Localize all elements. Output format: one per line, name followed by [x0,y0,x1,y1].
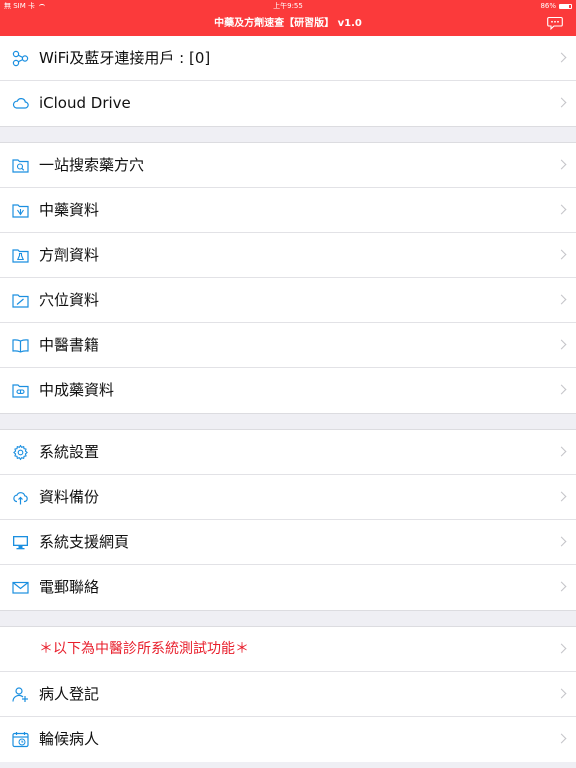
row-label: 中成藥資料 [39,381,115,399]
row-patent-medicine-data[interactable]: 中成藥資料 [0,368,576,413]
status-time: 上午9:55 [273,2,303,10]
chevron-right-icon [556,52,567,63]
row-wifi-bluetooth[interactable]: WiFi及藍牙連接用戶 : [0] [0,36,576,81]
row-label: WiFi及藍牙連接用戶 : [0] [39,49,211,67]
book-icon [12,339,29,353]
add-user-icon [12,687,28,702]
row-label: 電郵聯絡 [39,578,100,596]
chat-bubble-icon[interactable] [547,16,563,30]
navigation-bar: 中藥及方劑速查【研習版】 v1.0 [0,12,576,36]
row-waiting-patients[interactable]: 輪候病人 [0,717,576,762]
chevron-right-icon [556,581,567,592]
calendar-clock-icon [12,732,29,748]
section-divider [0,610,576,627]
status-right: 86% [540,0,572,12]
clinic-test-notice: ＊以下為中醫診所系統測試功能＊ [39,641,249,657]
row-icloud-drive[interactable]: iCloud Drive [0,81,576,126]
section-system: 系統設置 資料備份 系統支援網頁 電郵聯絡 [0,430,576,610]
battery-percent: 86% [540,2,556,10]
cloud-upload-icon [13,492,28,505]
row-system-settings[interactable]: 系統設置 [0,430,576,475]
row-label: 中醫書籍 [39,336,100,354]
row-label: 病人登記 [39,685,100,703]
section-divider [0,413,576,430]
row-label: 輪候病人 [39,730,100,748]
search-folder-icon [12,159,29,173]
row-acupoint-data[interactable]: 穴位資料 [0,278,576,323]
mail-icon [12,581,29,594]
row-formula-data[interactable]: 方劑資料 [0,233,576,278]
section-connectivity: WiFi及藍牙連接用戶 : [0] iCloud Drive [0,36,576,126]
chevron-right-icon [556,733,567,744]
chevron-right-icon [556,491,567,502]
chevron-right-icon [556,97,567,108]
row-data-backup[interactable]: 資料備份 [0,475,576,520]
medicine-folder-icon [12,384,29,398]
section-data: 一站搜索藥方穴 中藥資料 方劑資料 穴位資料 中醫書籍 中成藥資料 [0,143,576,413]
row-label: 方劑資料 [39,246,100,264]
row-label: iCloud Drive [39,94,131,112]
row-label: 資料備份 [39,488,100,506]
row-clinic-test-header[interactable]: ＊以下為中醫診所系統測試功能＊ [0,627,576,672]
row-label: 系統設置 [39,443,100,461]
row-label: 穴位資料 [39,291,100,309]
monitor-icon [13,536,28,550]
herb-folder-icon [12,204,29,218]
chevron-right-icon [556,204,567,215]
chevron-right-icon [556,643,567,654]
chevron-right-icon [556,536,567,547]
status-bar: 無 SIM 卡 上午9:55 86% [0,0,576,12]
chevron-right-icon [556,688,567,699]
row-email-contact[interactable]: 電郵聯絡 [0,565,576,610]
connection-nodes-icon [12,50,29,67]
chevron-right-icon [556,384,567,395]
battery-icon [559,3,572,9]
battery-fill [560,4,570,8]
menu-table: WiFi及藍牙連接用戶 : [0] iCloud Drive 一站搜索藥方穴 中… [0,36,576,762]
gear-icon [13,444,28,461]
chevron-right-icon [556,159,567,170]
acupoint-folder-icon [12,294,29,308]
chevron-right-icon [556,294,567,305]
row-label: 中藥資料 [39,201,100,219]
row-search-all[interactable]: 一站搜索藥方穴 [0,143,576,188]
row-support-webpage[interactable]: 系統支援網頁 [0,520,576,565]
cloud-icon [12,98,29,109]
section-clinic: ＊以下為中醫診所系統測試功能＊ 病人登記 輪候病人 [0,627,576,762]
row-label: 一站搜索藥方穴 [39,156,145,174]
row-patient-registration[interactable]: 病人登記 [0,672,576,717]
row-herb-data[interactable]: 中藥資料 [0,188,576,233]
formula-folder-icon [12,249,29,263]
section-divider [0,126,576,143]
row-tcm-books[interactable]: 中醫書籍 [0,323,576,368]
chevron-right-icon [556,339,567,350]
row-label: 系統支援網頁 [39,533,130,551]
chevron-right-icon [556,446,567,457]
chevron-right-icon [556,249,567,260]
app-title: 中藥及方劑速查【研習版】 v1.0 [214,18,362,29]
